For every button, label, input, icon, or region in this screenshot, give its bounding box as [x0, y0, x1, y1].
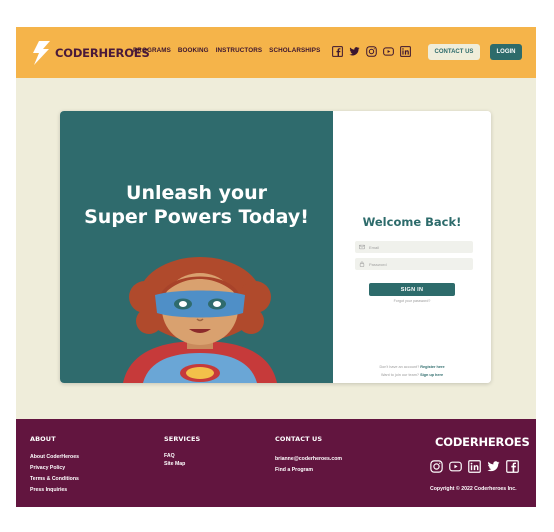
superhero-illustration	[123, 257, 277, 383]
mail-icon	[359, 244, 365, 250]
hero-card: Unleash your Super Powers Today! Welcome…	[60, 111, 491, 383]
login-button[interactable]: LOGIN	[490, 44, 522, 60]
site-footer: ABOUT About CoderHeroes Privacy Policy T…	[16, 419, 536, 507]
hero-title-line2: Super Powers Today!	[84, 206, 309, 228]
footer-contact-email[interactable]: brianne@coderheroes.com	[275, 456, 342, 462]
footer-social-links	[430, 460, 519, 473]
facebook-icon[interactable]	[506, 460, 519, 473]
page: CODERHEROES PROGRAMS BOOKING INSTRUCTORS…	[16, 27, 536, 507]
footer-link-press[interactable]: Press Inquiries	[30, 487, 67, 493]
lock-icon	[359, 261, 365, 267]
hero-title-line1: Unleash your	[126, 182, 267, 204]
password-field[interactable]	[355, 258, 473, 270]
nav-programs[interactable]: PROGRAMS	[133, 47, 171, 54]
footer-link-terms[interactable]: Terms & Conditions	[30, 476, 79, 482]
contact-us-button[interactable]: CONTACT US	[428, 44, 480, 60]
footer-link-about[interactable]: About CoderHeroes	[30, 454, 79, 460]
header-social-links	[332, 46, 411, 57]
youtube-icon[interactable]	[383, 46, 394, 57]
password-input[interactable]	[369, 261, 469, 267]
instagram-icon[interactable]	[366, 46, 377, 57]
linkedin-icon[interactable]	[400, 46, 411, 57]
nav-instructors[interactable]: INSTRUCTORS	[216, 47, 262, 54]
register-prompt: Don't have an account? Register here	[333, 365, 491, 369]
logo[interactable]: CODERHEROES	[30, 41, 150, 65]
linkedin-icon[interactable]	[468, 460, 481, 473]
lightning-bolt-icon	[33, 41, 50, 65]
twitter-icon[interactable]	[487, 460, 500, 473]
footer-contact-heading: CONTACT US	[275, 435, 323, 443]
signup-link[interactable]: Sign up here	[420, 373, 443, 377]
site-header: CODERHEROES PROGRAMS BOOKING INSTRUCTORS…	[16, 27, 536, 78]
footer-link-faq[interactable]: FAQ	[164, 453, 175, 459]
email-field[interactable]	[355, 241, 473, 253]
sign-in-button[interactable]: SIGN IN	[369, 283, 455, 296]
footer-link-find-program[interactable]: Find a Program	[275, 467, 313, 473]
main-nav: PROGRAMS BOOKING INSTRUCTORS SCHOLARSHIP…	[133, 47, 320, 54]
copyright-text: Copyright © 2022 Coderheroes Inc.	[430, 486, 517, 492]
forgot-password-link[interactable]: Forgot your password?	[333, 299, 491, 303]
signup-prompt-text: Want to join our team?	[380, 373, 419, 377]
hero-panel: Unleash your Super Powers Today!	[60, 111, 333, 383]
login-panel: Welcome Back! SIGN IN Forgot your passwo…	[333, 111, 491, 383]
twitter-icon[interactable]	[349, 46, 360, 57]
footer-link-privacy[interactable]: Privacy Policy	[30, 465, 65, 471]
footer-logo[interactable]: CODERHEROES	[435, 435, 530, 449]
youtube-icon[interactable]	[449, 460, 462, 473]
footer-services-heading: SERVICES	[164, 435, 201, 443]
footer-about-heading: ABOUT	[30, 435, 56, 443]
hero-title: Unleash your Super Powers Today!	[60, 181, 333, 229]
welcome-heading: Welcome Back!	[362, 215, 462, 229]
nav-scholarships[interactable]: SCHOLARSHIPS	[269, 47, 320, 54]
instagram-icon[interactable]	[430, 460, 443, 473]
nav-booking[interactable]: BOOKING	[178, 47, 209, 54]
register-prompt-text: Don't have an account?	[379, 365, 420, 369]
footer-link-sitemap[interactable]: Site Map	[164, 461, 185, 467]
signup-prompt: Want to join our team? Sign up here	[333, 373, 491, 377]
register-link[interactable]: Register here	[420, 365, 444, 369]
facebook-icon[interactable]	[332, 46, 343, 57]
email-input[interactable]	[369, 244, 469, 250]
